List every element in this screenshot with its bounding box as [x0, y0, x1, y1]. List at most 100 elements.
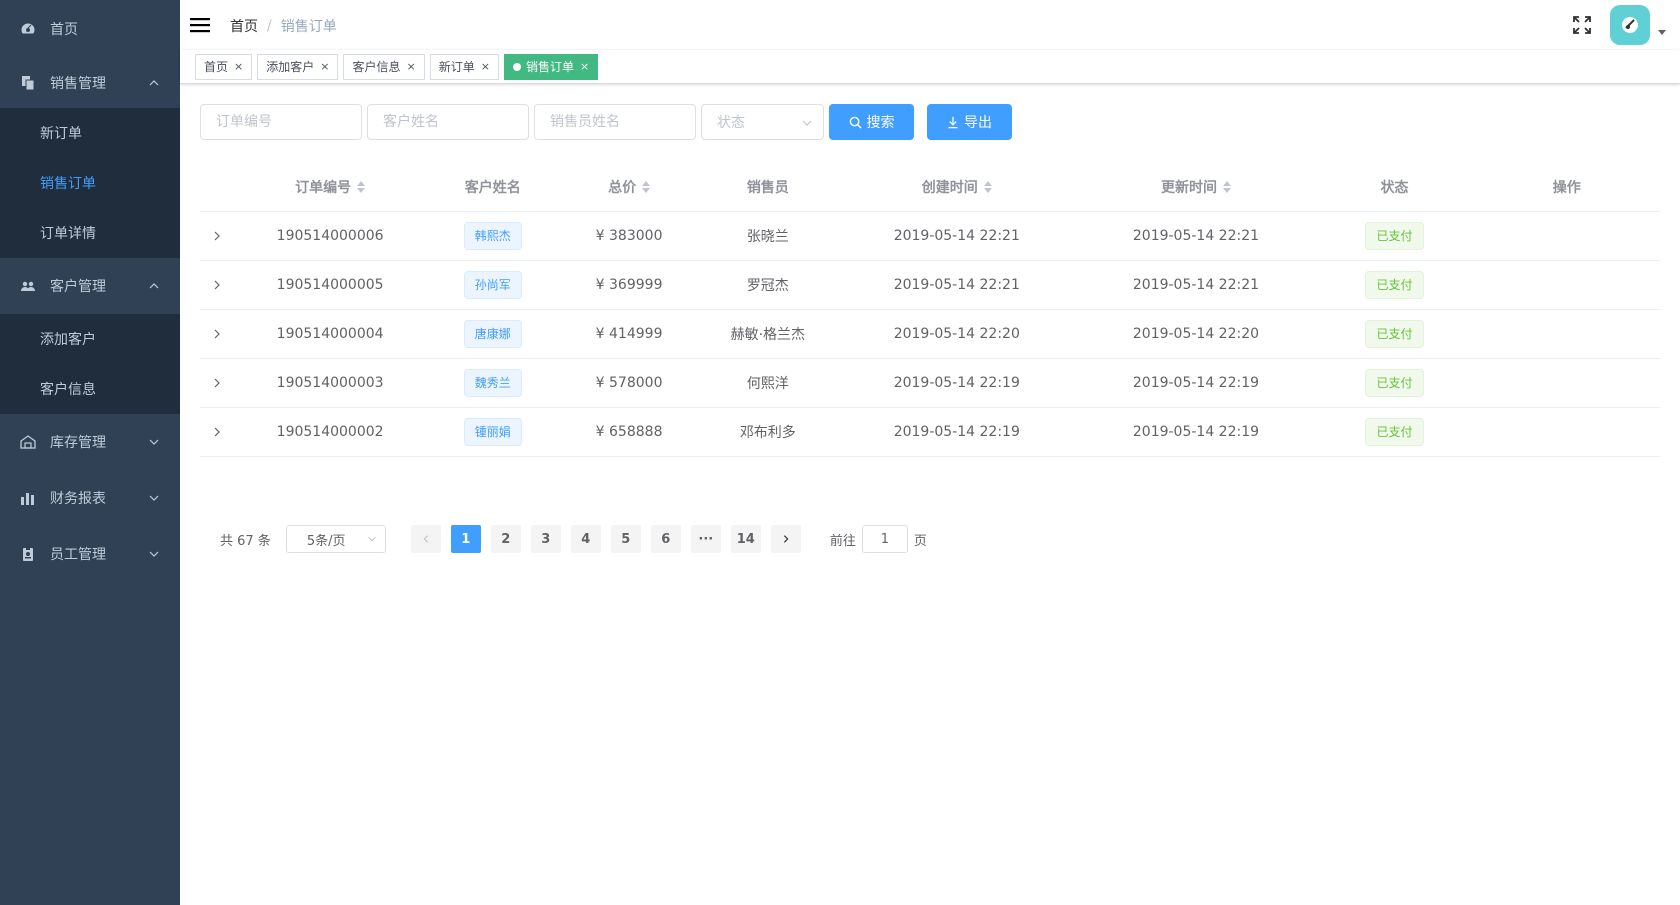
- sidebar-item-sales-orders[interactable]: 销售订单: [0, 158, 180, 208]
- column-customer: 客户姓名: [426, 177, 560, 197]
- column-label: 创建时间: [921, 179, 978, 196]
- page-size-value: 5条/页: [306, 533, 346, 549]
- close-icon[interactable]: ×: [234, 55, 243, 79]
- page-5-button[interactable]: 5: [610, 525, 641, 553]
- sidebar-item-finance[interactable]: 财务报表: [0, 470, 180, 526]
- status-badge: 已支付: [1365, 418, 1424, 446]
- sort-icon[interactable]: [983, 180, 992, 193]
- tag-add-customer[interactable]: 添加客户 ×: [257, 54, 339, 80]
- page-4-button[interactable]: 4: [570, 525, 601, 553]
- column-updated[interactable]: 更新时间: [1076, 177, 1315, 197]
- close-icon[interactable]: ×: [320, 55, 329, 79]
- order-number-input[interactable]: [200, 104, 362, 140]
- column-price[interactable]: 总价: [560, 177, 699, 197]
- page-1-button[interactable]: 1: [450, 525, 481, 553]
- export-button[interactable]: 导出: [927, 104, 1012, 140]
- status-select[interactable]: 状态: [701, 104, 824, 140]
- customer-tag: 孙尚军: [463, 271, 522, 299]
- tag-home[interactable]: 首页 ×: [195, 54, 253, 80]
- page-2-button[interactable]: 2: [490, 525, 521, 553]
- sidebar-item-label: 客户管理: [50, 279, 106, 295]
- chevron-down-icon: [368, 536, 376, 542]
- avatar[interactable]: [1610, 5, 1650, 45]
- updated-time: 2019-05-14 22:19: [1132, 375, 1260, 391]
- search-button[interactable]: 搜索: [829, 104, 914, 140]
- close-icon[interactable]: ×: [481, 55, 490, 79]
- jump-page-input[interactable]: [861, 525, 908, 553]
- price: ¥ 578000: [595, 375, 663, 391]
- sidebar-item-customer-info[interactable]: 客户信息: [0, 364, 180, 414]
- chevron-right-icon[interactable]: [211, 426, 223, 438]
- warehouse-icon: [20, 434, 36, 450]
- tag-sales-orders[interactable]: 销售订单 ×: [503, 54, 599, 80]
- order-no: 190514000004: [276, 326, 384, 342]
- close-icon[interactable]: ×: [406, 55, 415, 79]
- sidebar-item-home[interactable]: 首页: [0, 0, 180, 58]
- sidebar-item-label: 库存管理: [50, 435, 106, 451]
- column-label: 销售员: [746, 179, 789, 196]
- sort-icon[interactable]: [642, 180, 651, 193]
- export-button-label: 导出: [964, 114, 992, 130]
- chevron-left-icon: [423, 535, 428, 543]
- sidebar-item-inventory[interactable]: 库存管理: [0, 414, 180, 470]
- column-order-no[interactable]: 订单编号: [234, 177, 425, 197]
- order-no: 190514000005: [276, 277, 384, 293]
- page-3-button[interactable]: 3: [530, 525, 561, 553]
- page-6-button[interactable]: 6: [650, 525, 681, 553]
- jumper-suffix: 页: [913, 533, 927, 549]
- chevron-right-icon[interactable]: [211, 377, 223, 389]
- next-page-button[interactable]: [770, 525, 801, 553]
- tag-customer-info[interactable]: 客户信息 ×: [343, 54, 425, 80]
- fullscreen-icon[interactable]: [1572, 15, 1592, 35]
- chevron-down-icon: [149, 551, 159, 557]
- filter-bar: 状态 搜索 导出: [200, 104, 1012, 140]
- chevron-right-icon[interactable]: [211, 328, 223, 340]
- sidebar-item-add-customer[interactable]: 添加客户: [0, 314, 180, 364]
- customer-name-input[interactable]: [367, 104, 529, 140]
- order-no: 190514000002: [276, 424, 384, 440]
- breadcrumb-home[interactable]: 首页: [230, 16, 258, 36]
- sidebar-item-customers[interactable]: 客户管理: [0, 258, 180, 314]
- sort-icon[interactable]: [357, 180, 366, 193]
- salesperson: 赫敏·格兰杰: [730, 327, 806, 343]
- customer-tag: 韩熙杰: [463, 222, 522, 250]
- close-icon[interactable]: ×: [580, 55, 589, 79]
- table-header: 订单编号 客户姓名 总价 销售员 创建时间 更新时间 状态 操作: [200, 162, 1660, 212]
- order-no: 190514000006: [276, 228, 384, 244]
- price: ¥ 369999: [595, 277, 663, 293]
- hamburger-icon[interactable]: [190, 15, 210, 35]
- salesperson: 罗冠杰: [746, 278, 789, 294]
- orders-table: 订单编号 客户姓名 总价 销售员 创建时间 更新时间 状态 操作 1905140…: [200, 162, 1660, 457]
- caret-down-icon[interactable]: [1658, 30, 1666, 35]
- sidebar-item-staff[interactable]: 员工管理: [0, 526, 180, 582]
- column-label: 操作: [1552, 179, 1581, 196]
- table-row: 190514000003 魏秀兰 ¥ 578000 何熙洋 2019-05-14…: [200, 359, 1660, 408]
- column-salesperson: 销售员: [698, 177, 837, 197]
- sidebar-item-order-details[interactable]: 订单详情: [0, 208, 180, 258]
- column-created[interactable]: 创建时间: [837, 177, 1076, 197]
- price: ¥ 414999: [595, 326, 663, 342]
- chevron-right-icon[interactable]: [211, 279, 223, 291]
- status-badge: 已支付: [1365, 271, 1424, 299]
- salesperson-name-input[interactable]: [534, 104, 696, 140]
- created-time: 2019-05-14 22:21: [893, 277, 1020, 293]
- prev-page-button[interactable]: [410, 525, 441, 553]
- page-14-button[interactable]: 14: [730, 525, 761, 553]
- sidebar-item-sales[interactable]: 销售管理: [0, 58, 180, 108]
- sort-icon[interactable]: [1222, 180, 1231, 193]
- customer-tag: 魏秀兰: [463, 369, 522, 397]
- created-time: 2019-05-14 22:19: [893, 424, 1020, 440]
- page-size-select[interactable]: 5条/页: [285, 525, 386, 553]
- chevron-up-icon: [149, 80, 159, 86]
- search-button-label: 搜索: [866, 114, 895, 130]
- sidebar-item-new-order[interactable]: 新订单: [0, 108, 180, 158]
- tag-label: 添加客户: [266, 60, 315, 74]
- more-pages-button[interactable]: ···: [690, 525, 721, 553]
- table-row: 190514000002 锺丽娟 ¥ 658888 邓布利多 2019-05-1…: [200, 408, 1660, 457]
- chevron-right-icon[interactable]: [211, 230, 223, 242]
- tag-new-order[interactable]: 新订单 ×: [429, 54, 499, 80]
- active-dot-icon: [512, 63, 521, 71]
- sidebar: 首页 销售管理 新订单 销售订单 订单详情 客户管理 添加客户 客户信息 库存管…: [0, 0, 180, 905]
- dashboard-icon: [20, 21, 36, 37]
- pagination: 共 67 条 5条/页 1 2 3 4 5 6 ··· 14 前往 页: [220, 525, 927, 553]
